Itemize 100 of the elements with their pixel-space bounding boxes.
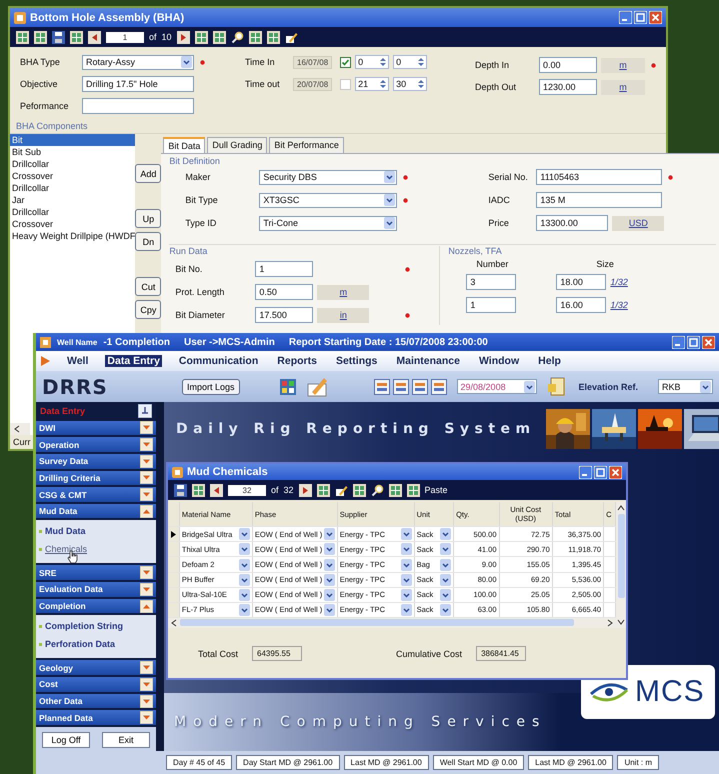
expand-icon[interactable] bbox=[140, 582, 153, 596]
expand-icon[interactable] bbox=[140, 471, 153, 484]
hour-spinner[interactable]: 0 bbox=[355, 55, 390, 69]
objective-field[interactable]: Drilling 17.5" Hole bbox=[82, 76, 194, 92]
expand-icon[interactable] bbox=[140, 488, 153, 502]
menu-item[interactable]: Help bbox=[536, 355, 563, 367]
tab[interactable]: Bit Data bbox=[163, 137, 206, 153]
scroll-up-icon[interactable] bbox=[617, 504, 625, 512]
maximize-icon[interactable] bbox=[594, 466, 607, 478]
previous-icon[interactable] bbox=[210, 484, 223, 496]
import-button[interactable]: Import Logs bbox=[182, 378, 240, 394]
close-icon[interactable] bbox=[609, 466, 622, 478]
hour-spinner[interactable]: 21 bbox=[355, 77, 390, 91]
dropdown[interactable]: Tri-Cone bbox=[259, 216, 398, 230]
text-field[interactable]: 1 bbox=[466, 297, 516, 313]
grid-icon[interactable] bbox=[16, 30, 29, 44]
expand-icon[interactable] bbox=[140, 661, 153, 674]
unit-link[interactable]: m bbox=[601, 58, 645, 72]
record-field[interactable]: 32 bbox=[228, 484, 266, 496]
text-field[interactable]: 13300.00 bbox=[536, 215, 608, 231]
menu-item[interactable]: Data Entry bbox=[105, 355, 162, 367]
sidebar-section[interactable]: SRE bbox=[36, 565, 156, 580]
menu-item[interactable]: Settings bbox=[334, 355, 380, 367]
list-button[interactable]: Dn bbox=[135, 232, 162, 251]
minute-spinner[interactable]: 0 bbox=[393, 55, 428, 69]
row-header[interactable] bbox=[168, 527, 180, 542]
date-picker[interactable]: 29/08/2008 bbox=[456, 379, 537, 394]
maximize-icon[interactable] bbox=[687, 336, 700, 348]
save-icon[interactable] bbox=[174, 484, 187, 496]
calendar-icon[interactable] bbox=[412, 378, 428, 394]
text-field[interactable]: 3 bbox=[466, 274, 516, 290]
previous-icon[interactable] bbox=[88, 30, 101, 44]
menu-item[interactable]: Well bbox=[65, 355, 90, 367]
sidebar-section[interactable]: Evaluation Data bbox=[36, 582, 156, 597]
close-icon[interactable] bbox=[649, 11, 662, 24]
sidebar-section[interactable]: Drilling Criteria bbox=[36, 470, 156, 486]
maximize-icon[interactable] bbox=[634, 11, 647, 24]
sidebar-section[interactable]: CSG & CMT bbox=[36, 487, 156, 502]
grid-icon[interactable] bbox=[192, 484, 205, 496]
sidebar-section[interactable]: DWI bbox=[36, 420, 156, 436]
scroll-down-icon[interactable] bbox=[617, 618, 625, 626]
bha-type-dropdown[interactable]: Rotary-Assy bbox=[82, 54, 194, 70]
sidebar-section[interactable]: Completion bbox=[36, 598, 156, 614]
pencil-icon[interactable] bbox=[284, 30, 298, 44]
minimize-icon[interactable] bbox=[619, 11, 632, 24]
tab[interactable]: Dull Grading bbox=[207, 137, 268, 153]
expand-icon[interactable] bbox=[140, 711, 153, 724]
text-field[interactable]: 11105463 bbox=[536, 169, 662, 185]
expand-icon[interactable] bbox=[140, 566, 153, 580]
list-item[interactable]: Bit Sub bbox=[10, 146, 136, 158]
list-button[interactable]: Up bbox=[135, 209, 162, 228]
grid-icon[interactable] bbox=[406, 484, 420, 496]
menu-item[interactable]: Reports bbox=[275, 355, 319, 367]
scroll-left-icon[interactable] bbox=[13, 425, 21, 433]
calendar-icon[interactable] bbox=[392, 378, 409, 394]
grid-icon[interactable] bbox=[212, 30, 226, 44]
dropdown[interactable]: Security DBS bbox=[259, 170, 398, 184]
paste-button[interactable]: Paste bbox=[424, 485, 448, 495]
performance-field[interactable] bbox=[82, 98, 194, 114]
grid-icon[interactable] bbox=[248, 30, 262, 44]
checkbox[interactable] bbox=[340, 78, 352, 90]
sidebar-link[interactable]: Chemicals bbox=[45, 544, 88, 554]
unit-link[interactable]: 1/32 bbox=[610, 300, 628, 310]
sidebar-section[interactable]: Operation bbox=[36, 437, 156, 452]
depth-field[interactable]: 1230.00 bbox=[539, 79, 597, 95]
list-item[interactable]: Jar bbox=[10, 194, 136, 206]
menu-item[interactable]: Window bbox=[476, 355, 522, 367]
record-field[interactable]: 1 bbox=[106, 32, 144, 42]
elevation-dropdown[interactable]: RKB bbox=[658, 379, 713, 394]
collapse-icon[interactable] bbox=[140, 600, 153, 613]
footer-button[interactable]: Log Off bbox=[42, 732, 90, 748]
sidebar-section[interactable]: Mud Data bbox=[36, 504, 156, 518]
sidebar-link[interactable]: Mud Data bbox=[45, 526, 86, 536]
scrollbar[interactable] bbox=[616, 502, 626, 628]
unit-link[interactable]: m bbox=[601, 80, 645, 94]
text-field[interactable]: 0.50 bbox=[255, 284, 314, 300]
list-button[interactable]: Add bbox=[135, 164, 162, 183]
text-field[interactable]: 17.500 bbox=[255, 307, 314, 323]
list-item[interactable]: Heavy Weight Drillpipe (HWDF bbox=[10, 230, 136, 242]
unit-link[interactable]: USD bbox=[612, 216, 664, 230]
list-item[interactable]: Bit bbox=[10, 134, 136, 146]
expand-icon[interactable] bbox=[140, 678, 153, 691]
sidebar-section[interactable]: Cost bbox=[36, 677, 156, 692]
unit-link[interactable]: 1/32 bbox=[610, 277, 628, 287]
close-icon[interactable] bbox=[702, 336, 715, 348]
calendar-icon[interactable] bbox=[374, 378, 390, 394]
grid-icon[interactable] bbox=[316, 484, 330, 496]
sidebar-section[interactable]: Geology bbox=[36, 660, 156, 676]
minimize-icon[interactable] bbox=[672, 336, 685, 348]
save-icon[interactable] bbox=[52, 30, 65, 44]
sidebar-section[interactable]: Other Data bbox=[36, 694, 156, 708]
unit-link[interactable]: m bbox=[317, 284, 370, 300]
expand-icon[interactable] bbox=[140, 438, 153, 452]
scroll-right-icon[interactable] bbox=[606, 618, 614, 627]
date-field[interactable]: 16/07/08 bbox=[293, 56, 332, 68]
footer-button[interactable]: Exit bbox=[102, 732, 150, 748]
grid-icon[interactable] bbox=[388, 484, 402, 496]
dropdown[interactable]: XT3GSC bbox=[259, 192, 398, 208]
expand-icon[interactable] bbox=[140, 454, 153, 468]
tab[interactable]: Bit Performance bbox=[269, 137, 344, 153]
